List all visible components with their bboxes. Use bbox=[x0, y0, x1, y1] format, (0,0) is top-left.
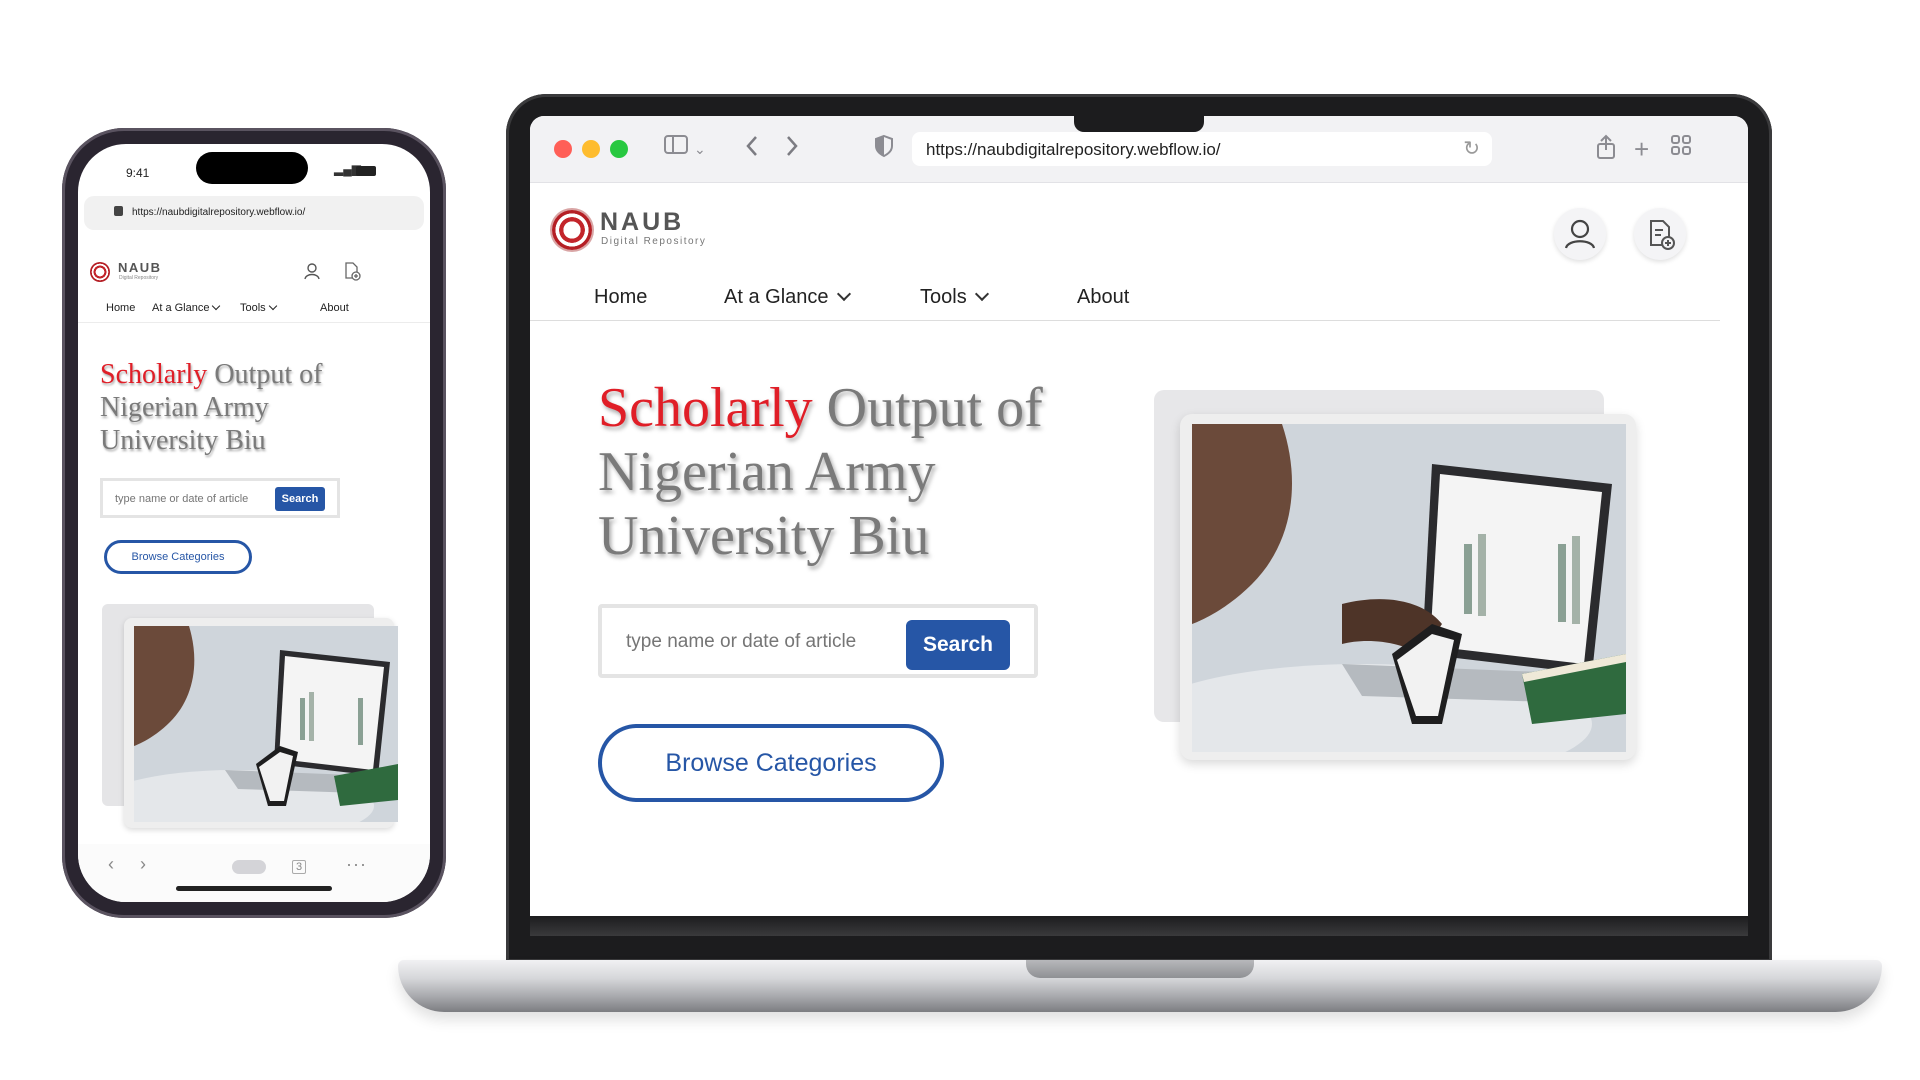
brand-name: NAUB bbox=[118, 260, 162, 275]
nav-tools[interactable]: Tools bbox=[240, 301, 277, 314]
status-time: 9:41 bbox=[126, 166, 150, 180]
tabs-count[interactable]: 3 bbox=[292, 860, 307, 874]
nav-at-a-glance-label: At a Glance bbox=[152, 302, 210, 314]
search-input[interactable] bbox=[113, 492, 267, 506]
nav-home[interactable]: Home bbox=[594, 286, 647, 309]
laptop-screen: ⌄ https://naubdigitalrepository.webflow.… bbox=[530, 116, 1748, 916]
naub-logo[interactable] bbox=[552, 210, 592, 250]
user-icon bbox=[1564, 219, 1596, 249]
user-account-button[interactable] bbox=[1554, 208, 1606, 260]
browse-categories-button[interactable]: Browse Categories bbox=[104, 540, 252, 574]
browse-categories-button[interactable]: Browse Categories bbox=[598, 724, 944, 802]
phone-url-bar[interactable]: https://naubdigitalrepository.webflow.io… bbox=[84, 196, 424, 230]
phone-url-text: https://naubdigitalrepository.webflow.io… bbox=[132, 207, 306, 218]
phone-main-nav: Home At a Glance Tools About bbox=[78, 294, 430, 323]
chevron-down-icon bbox=[212, 301, 221, 311]
nav-home[interactable]: Home bbox=[106, 302, 135, 314]
nav-at-a-glance[interactable]: At a Glance bbox=[152, 301, 221, 314]
url-text: https://naubdigitalrepository.webflow.io… bbox=[926, 140, 1221, 159]
close-window-button[interactable] bbox=[554, 140, 572, 158]
chevron-down-icon bbox=[836, 286, 851, 302]
document-add-icon bbox=[1650, 220, 1675, 250]
minimize-window-button[interactable] bbox=[582, 140, 600, 158]
shield-icon[interactable] bbox=[874, 134, 894, 166]
tabs-grid-icon[interactable] bbox=[1670, 134, 1692, 164]
user-icon[interactable] bbox=[302, 261, 322, 281]
camera-notch bbox=[1074, 116, 1204, 132]
phone-screen: 9:41 ▂▄▆ https://naubdigitalrepository.w… bbox=[78, 144, 430, 902]
more-icon[interactable]: ··· bbox=[346, 854, 367, 875]
nav-tools[interactable]: Tools bbox=[920, 286, 989, 309]
nav-at-a-glance-label: At a Glance bbox=[724, 286, 829, 308]
search-box: Search bbox=[100, 478, 340, 518]
chevron-down-icon bbox=[268, 301, 277, 311]
sidebar-icon[interactable] bbox=[664, 134, 690, 164]
hero-title: Scholarly Output of Nigerian Army Univer… bbox=[100, 358, 360, 457]
submit-document-button[interactable] bbox=[1634, 208, 1686, 260]
brand-name: NAUB bbox=[600, 208, 685, 236]
address-pill[interactable] bbox=[232, 860, 266, 874]
brand-subtitle: Digital Repository bbox=[119, 275, 159, 281]
home-indicator[interactable] bbox=[176, 886, 332, 891]
laptop-opening-groove bbox=[1026, 960, 1254, 978]
lock-icon bbox=[114, 206, 123, 216]
dynamic-island bbox=[196, 152, 308, 184]
chevron-right-icon[interactable]: › bbox=[140, 854, 146, 875]
search-button[interactable]: Search bbox=[275, 487, 325, 511]
chevron-down-icon bbox=[974, 286, 989, 302]
reload-icon[interactable]: ↻ bbox=[1463, 136, 1480, 161]
chevron-left-icon[interactable] bbox=[744, 134, 760, 166]
url-bar[interactable]: https://naubdigitalrepository.webflow.io… bbox=[912, 132, 1492, 166]
search-button[interactable]: Search bbox=[906, 620, 1010, 670]
battery-icon bbox=[356, 166, 376, 176]
search-box: Search bbox=[598, 604, 1038, 678]
chevron-left-icon[interactable]: ‹ bbox=[108, 854, 114, 875]
plus-icon[interactable]: + bbox=[1634, 134, 1649, 164]
nav-tools-label: Tools bbox=[240, 302, 266, 314]
nav-about[interactable]: About bbox=[320, 302, 349, 314]
document-add-icon[interactable] bbox=[342, 261, 362, 281]
hero-photo bbox=[134, 626, 398, 822]
chevron-down-icon[interactable]: ⌄ bbox=[694, 134, 706, 164]
laptop-chin bbox=[530, 916, 1748, 936]
hero-photo bbox=[1192, 424, 1626, 752]
nav-tools-label: Tools bbox=[920, 286, 967, 308]
brand-subtitle: Digital Repository bbox=[601, 236, 707, 247]
nav-at-a-glance[interactable]: At a Glance bbox=[724, 286, 851, 309]
main-nav: Home At a Glance Tools About bbox=[530, 280, 1720, 321]
hero-title: Scholarly Output of Nigerian Army Univer… bbox=[598, 376, 1118, 568]
hero-title-highlight: Scholarly bbox=[598, 377, 813, 439]
zoom-window-button[interactable] bbox=[610, 140, 628, 158]
nav-about[interactable]: About bbox=[1077, 286, 1129, 309]
naub-logo[interactable] bbox=[90, 262, 110, 282]
share-icon[interactable] bbox=[1596, 134, 1616, 168]
phone-browser-toolbar: ‹ › 3 ··· bbox=[78, 844, 430, 902]
hero-title-highlight: Scholarly bbox=[100, 359, 208, 390]
search-input[interactable] bbox=[624, 630, 888, 654]
chevron-right-icon[interactable] bbox=[784, 134, 800, 166]
